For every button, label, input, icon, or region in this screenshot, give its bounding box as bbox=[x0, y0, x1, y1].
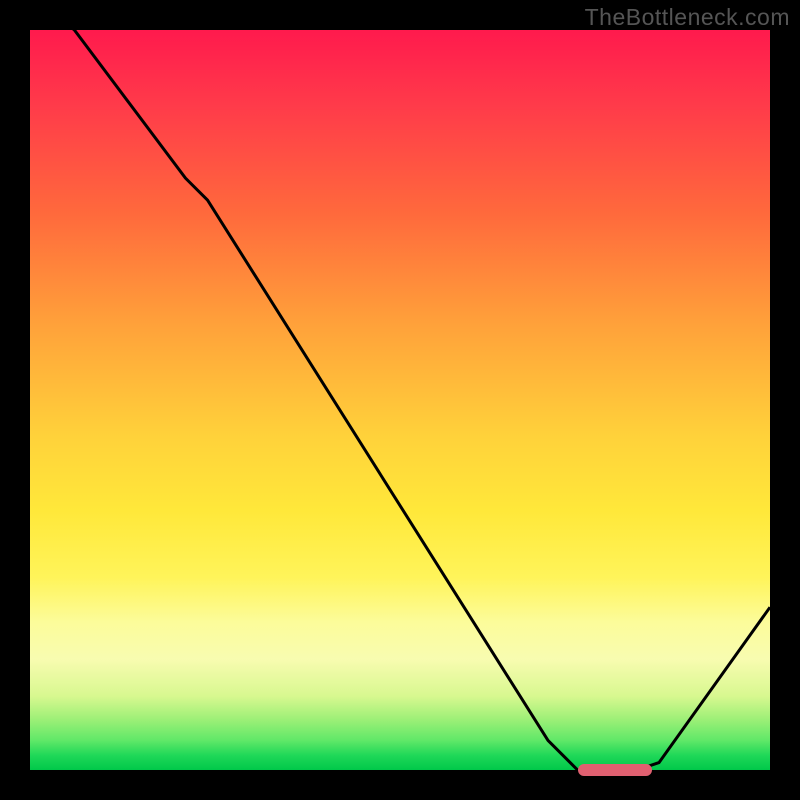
chart-frame: TheBottleneck.com bbox=[0, 0, 800, 800]
bottleneck-curve bbox=[30, 30, 770, 770]
optimal-range-marker bbox=[578, 764, 652, 776]
curve-path bbox=[30, 30, 770, 770]
watermark-text: TheBottleneck.com bbox=[585, 4, 790, 31]
